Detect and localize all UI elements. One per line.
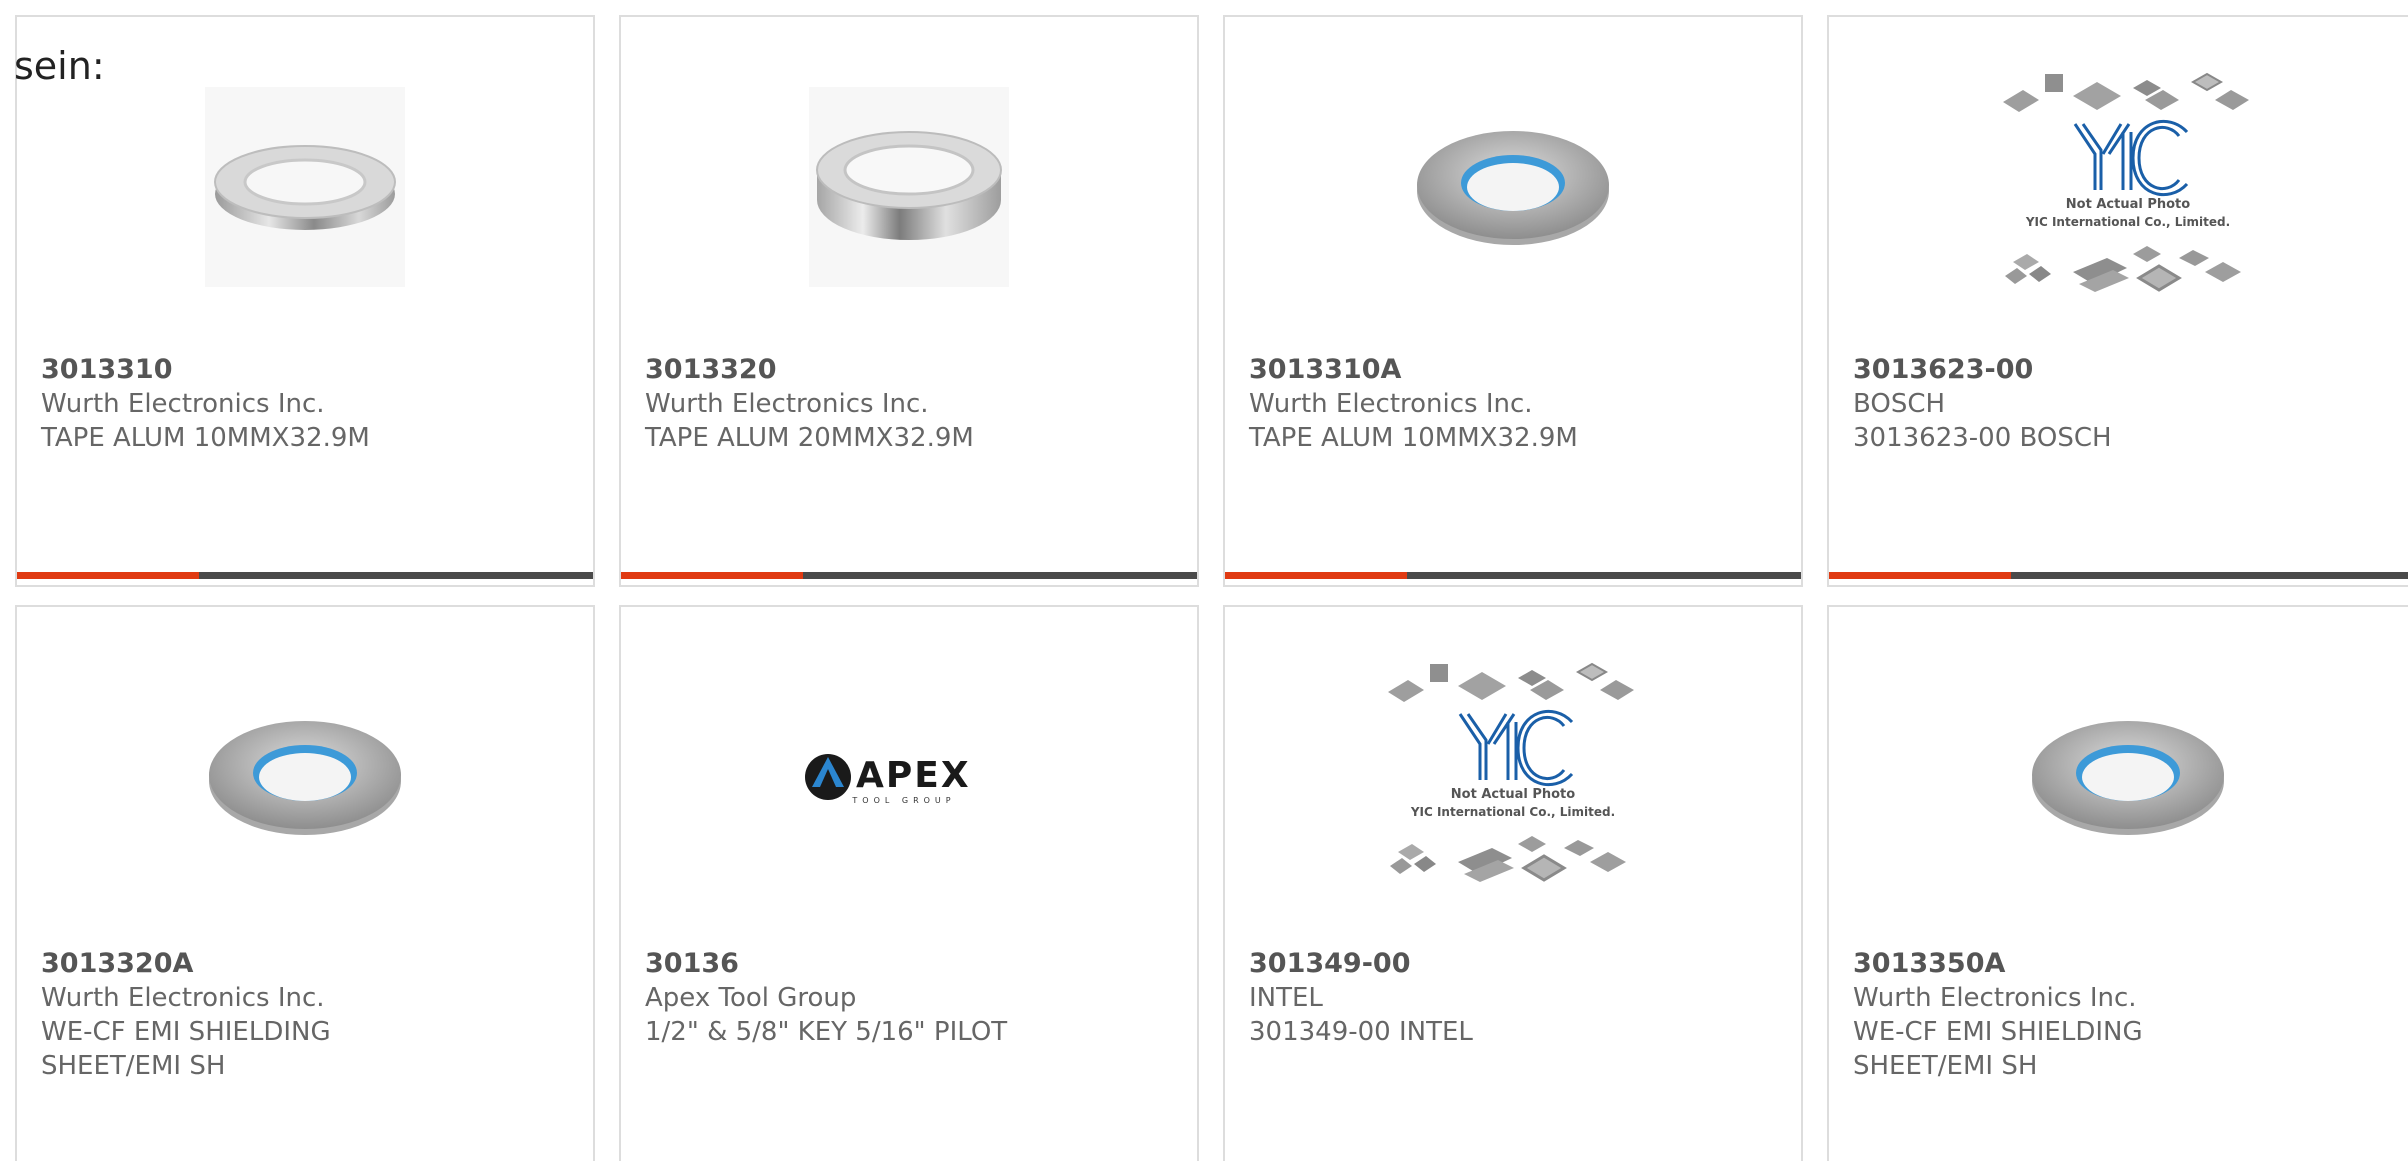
product-card[interactable]: Not Actual Photo YIC International Co., …	[1827, 15, 2408, 587]
tape-roll-icon	[1417, 131, 1609, 245]
product-card[interactable]: 3013320A Wurth Electronics Inc. WE-CF EM…	[15, 605, 595, 1161]
description: TAPE ALUM 10MMX32.9M	[1249, 423, 1578, 453]
card-progress-bar	[1225, 572, 1801, 579]
description: WE-CF EMI SHIELDING	[41, 1017, 331, 1047]
card-progress-accent	[621, 572, 803, 579]
description: 3013623-00 BOSCH	[1853, 423, 2112, 453]
part-number[interactable]: 301349-00	[1249, 947, 1781, 981]
card-progress-bar	[1829, 572, 2408, 579]
product-image[interactable]: APEX TOOL GROUP	[621, 647, 1197, 907]
product-info: 3013310 Wurth Electronics Inc. TAPE ALUM…	[41, 353, 573, 455]
part-number[interactable]: 3013350A	[1853, 947, 2407, 981]
part-number[interactable]: 3013320	[645, 353, 1177, 387]
manufacturer: BOSCH	[1853, 389, 1946, 419]
product-card[interactable]: Not Actual Photo YIC International Co., …	[1223, 605, 1803, 1161]
tape-roll-icon	[214, 145, 396, 230]
apex-logo: APEX TOOL GROUP	[805, 754, 971, 805]
description: 301349-00 INTEL	[1249, 1017, 1473, 1047]
yic-placeholder-image: Not Actual Photo YIC International Co., …	[1388, 662, 1634, 882]
product-info: 3013320 Wurth Electronics Inc. TAPE ALUM…	[645, 353, 1177, 455]
part-number[interactable]: 30136	[645, 947, 1177, 981]
product-grid-page: sein: 3013310 Wurth Electronics Inc. TAP…	[0, 0, 2408, 1161]
tape-roll-icon	[816, 131, 1002, 240]
product-image[interactable]	[17, 57, 593, 317]
placeholder-line2: YIC International Co., Limited.	[2025, 215, 2230, 229]
part-number[interactable]: 3013310	[41, 353, 573, 387]
product-info: 30136 Apex Tool Group 1/2" & 5/8" KEY 5/…	[645, 947, 1177, 1049]
description-continued: SHEET/EMI SH	[41, 1051, 226, 1081]
yic-placeholder-image: Not Actual Photo YIC International Co., …	[2003, 72, 2249, 292]
description: TAPE ALUM 10MMX32.9M	[41, 423, 370, 453]
card-progress-bar	[17, 572, 593, 579]
product-image[interactable]	[621, 57, 1197, 317]
manufacturer: Wurth Electronics Inc.	[645, 389, 929, 419]
product-image[interactable]	[17, 647, 593, 907]
description: 1/2" & 5/8" KEY 5/16" PILOT	[645, 1017, 1008, 1047]
part-number[interactable]: 3013623-00	[1853, 353, 2407, 387]
card-progress-accent	[17, 572, 199, 579]
product-card[interactable]: APEX TOOL GROUP 30136 Apex Tool Group 1/…	[619, 605, 1199, 1161]
product-image[interactable]: Not Actual Photo YIC International Co., …	[1829, 57, 2408, 317]
product-card[interactable]: 3013310A Wurth Electronics Inc. TAPE ALU…	[1223, 15, 1803, 587]
tape-roll-icon	[2032, 721, 2224, 835]
description-continued: SHEET/EMI SH	[1853, 1051, 2038, 1081]
product-info: 3013320A Wurth Electronics Inc. WE-CF EM…	[41, 947, 573, 1083]
product-info: 3013623-00 BOSCH 3013623-00 BOSCH	[1853, 353, 2407, 455]
manufacturer: Wurth Electronics Inc.	[1853, 983, 2137, 1013]
placeholder-line1: Not Actual Photo	[2066, 197, 2190, 212]
manufacturer: Wurth Electronics Inc.	[41, 389, 325, 419]
product-image[interactable]	[1225, 57, 1801, 317]
product-image[interactable]	[1829, 647, 2408, 907]
card-progress-accent	[1225, 572, 1407, 579]
part-number[interactable]: 3013320A	[41, 947, 573, 981]
placeholder-line1: Not Actual Photo	[1451, 787, 1575, 802]
product-info: 3013310A Wurth Electronics Inc. TAPE ALU…	[1249, 353, 1781, 455]
product-card[interactable]: 3013320 Wurth Electronics Inc. TAPE ALUM…	[619, 15, 1199, 587]
manufacturer: Wurth Electronics Inc.	[41, 983, 325, 1013]
part-number[interactable]: 3013310A	[1249, 353, 1781, 387]
product-image[interactable]: Not Actual Photo YIC International Co., …	[1225, 647, 1801, 907]
apex-logo-subtext: TOOL GROUP	[851, 796, 955, 805]
product-card[interactable]: 3013310 Wurth Electronics Inc. TAPE ALUM…	[15, 15, 595, 587]
product-info: 3013350A Wurth Electronics Inc. WE-CF EM…	[1853, 947, 2407, 1083]
page-label: sein:	[14, 44, 105, 88]
manufacturer: Apex Tool Group	[645, 983, 857, 1013]
card-progress-accent	[1829, 572, 2011, 579]
apex-logo-text: APEX	[856, 755, 971, 796]
description: WE-CF EMI SHIELDING	[1853, 1017, 2143, 1047]
card-progress-bar	[621, 572, 1197, 579]
tape-roll-icon	[209, 721, 401, 835]
manufacturer: Wurth Electronics Inc.	[1249, 389, 1533, 419]
product-card[interactable]: 3013350A Wurth Electronics Inc. WE-CF EM…	[1827, 605, 2408, 1161]
placeholder-line2: YIC International Co., Limited.	[1410, 805, 1615, 819]
manufacturer: INTEL	[1249, 983, 1323, 1013]
product-info: 301349-00 INTEL 301349-00 INTEL	[1249, 947, 1781, 1049]
description: TAPE ALUM 20MMX32.9M	[645, 423, 974, 453]
